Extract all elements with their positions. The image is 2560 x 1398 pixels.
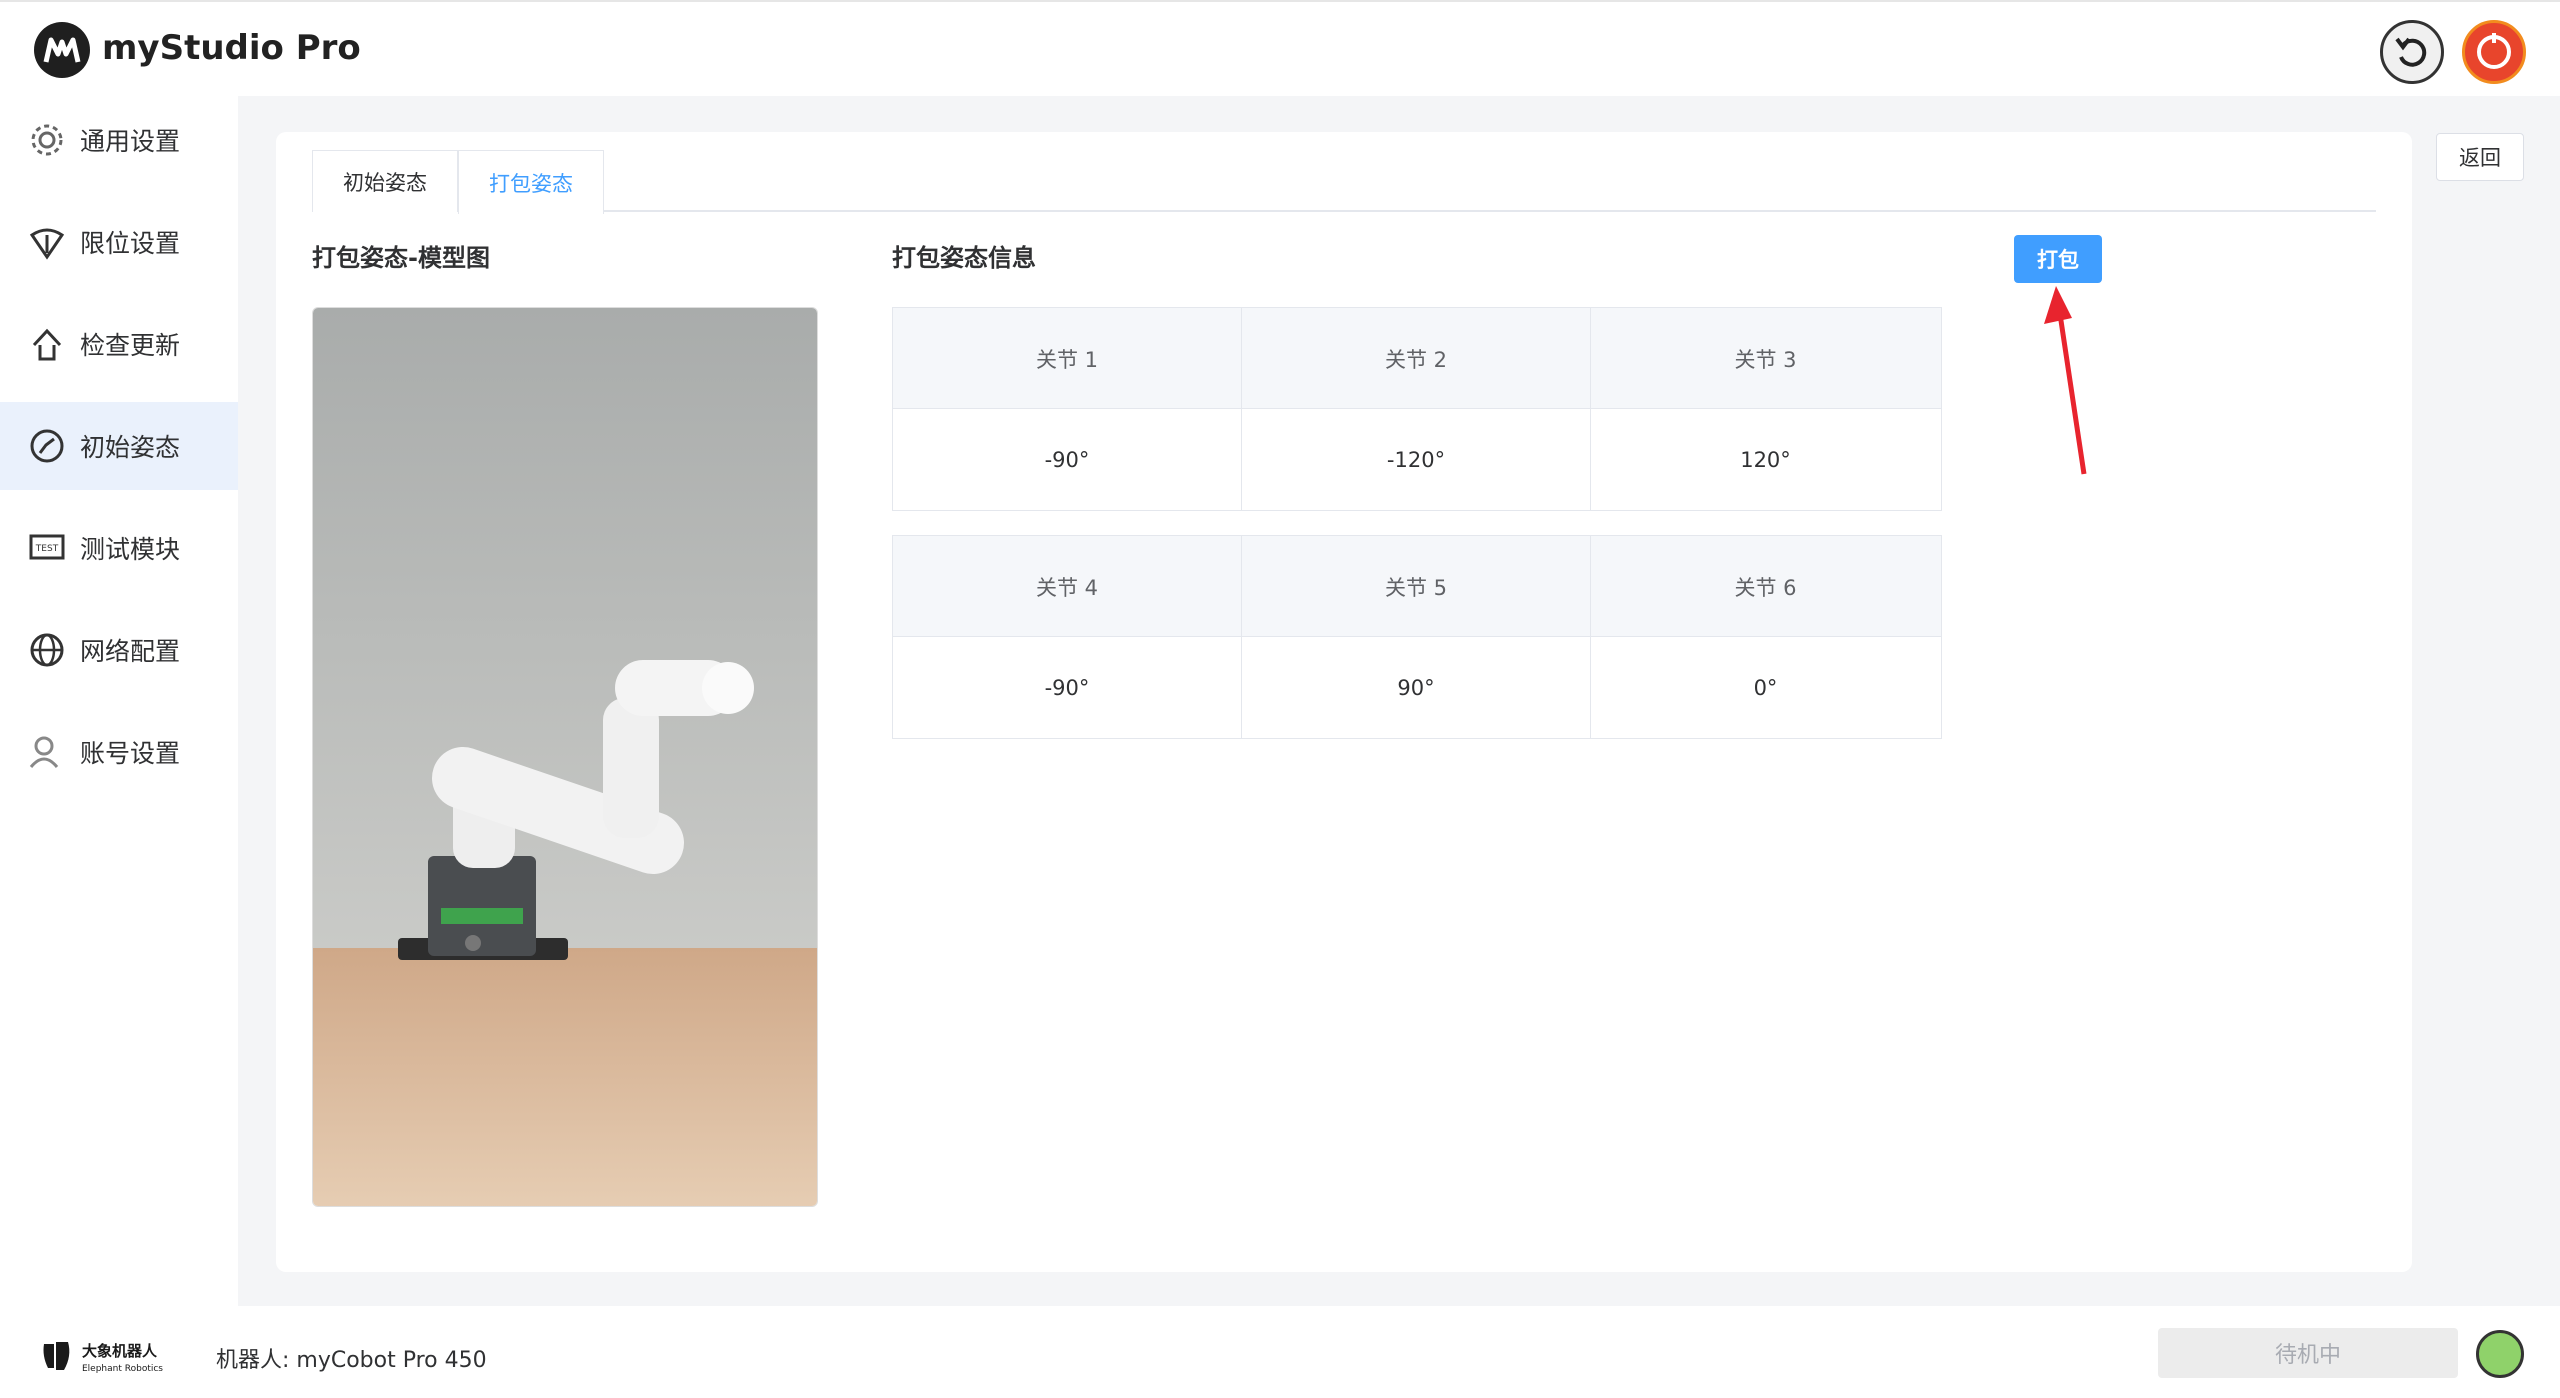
joint-table-1: 关节 1 关节 2 关节 3 -90° -120° 120° [892,307,1942,511]
joint-value: 120° [1740,447,1791,472]
sidebar-item-general-settings[interactable]: 通用设置 [0,96,238,184]
pack-button[interactable]: 打包 [2014,235,2102,283]
joint-value: -90° [893,637,1242,738]
model-title: 打包姿态-模型图 [312,244,490,272]
connection-status-dot [2476,1330,2524,1378]
joint-value: 0° [1753,675,1778,700]
limit-icon [29,228,65,260]
red-arrow-annotation [2044,286,2087,475]
joint-value: -120° [1242,409,1591,510]
robot-model-image [312,307,818,1207]
elephant-robotics-logo: 大象机器人 Elephant Robotics [43,1342,163,1374]
undo-icon [2395,37,2427,67]
sidebar-item-check-updates[interactable]: 检查更新 [0,300,238,388]
joint-value-row: -90° 90° 0° [893,637,1941,738]
sidebar-item-label: 通用设置 [80,127,181,156]
joint-header-row: 关节 1 关节 2 关节 3 [893,308,1941,409]
back-button[interactable]: 返回 [2436,133,2524,181]
status-indicator: 待机中 [2158,1328,2458,1378]
upload-icon [32,328,62,361]
brand-name-cn: 大象机器人 [82,1342,158,1360]
svg-text:TEST: TEST [35,544,59,554]
globe-icon [30,633,64,667]
app-logo [34,22,90,78]
brand-name-en: Elephant Robotics [82,1364,163,1374]
joint-table-2: 关节 4 关节 5 关节 6 -90° 90° 0° [892,535,1942,739]
joint-header: 关节 3 [1734,347,1797,372]
sidebar-item-test-module[interactable]: TEST 测试模块 [0,504,238,592]
refresh-icon [2477,33,2511,69]
tab-packing-pose[interactable]: 打包姿态 [458,150,604,214]
joint-value-row: -90° -120° 120° [893,409,1941,510]
joint-value: 90° [1242,637,1591,738]
app-title: myStudio Pro [102,28,361,68]
undo-button[interactable] [2380,20,2444,84]
joint-header: 关节 2 [1242,308,1591,409]
joint-header: 关节 1 [893,308,1242,409]
joint-value: -90° [893,409,1242,510]
sidebar: 通用设置 限位设置 检查更新 初始姿态 TEST 测试模块 网络配置 账号设置 [0,96,238,1306]
tab-initial-pose[interactable]: 初始姿态 [312,150,458,212]
sidebar-item-label: 初始姿态 [80,433,181,462]
sidebar-item-label: 账号设置 [80,739,181,768]
test-icon: TEST [29,534,65,560]
gear-icon [31,124,63,156]
sidebar-item-label: 限位设置 [80,229,181,258]
pose-icon [30,429,64,463]
sidebar-item-network-config[interactable]: 网络配置 [0,606,238,694]
pose-tabs: 初始姿态 打包姿态 [312,150,2376,214]
info-title: 打包姿态信息 [892,244,1036,272]
sidebar-item-limit-settings[interactable]: 限位设置 [0,198,238,286]
emergency-stop-button[interactable] [2462,20,2526,84]
sidebar-item-label: 检查更新 [80,331,181,360]
joint-header: 关节 5 [1242,536,1591,637]
app-header: myStudio Pro [0,0,2560,96]
robot-model-label: 机器人: myCobot Pro 450 [216,1348,487,1373]
status-bar: 大象机器人 Elephant Robotics 机器人: myCobot Pro… [0,1306,2560,1398]
sidebar-item-label: 测试模块 [80,535,181,564]
user-icon [29,736,59,768]
joint-header: 关节 4 [893,536,1242,637]
sidebar-item-account-settings[interactable]: 账号设置 [0,708,238,796]
sidebar-item-initial-pose[interactable]: 初始姿态 [0,402,238,490]
joint-header: 关节 6 [1734,575,1797,600]
sidebar-item-label: 网络配置 [80,637,181,666]
joint-header-row: 关节 4 关节 5 关节 6 [893,536,1941,637]
